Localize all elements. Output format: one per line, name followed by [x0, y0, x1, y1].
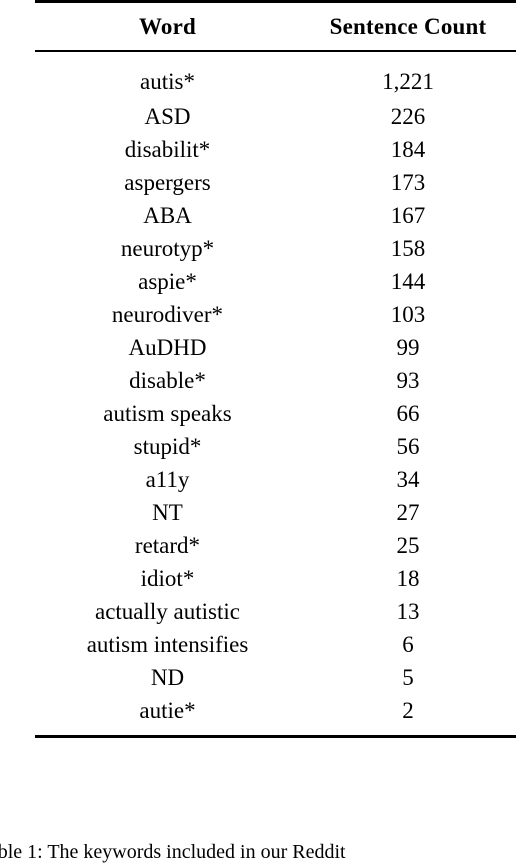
cell-sentence-count: 25 [396, 533, 420, 558]
cell-word: neurodiver* [111, 302, 224, 327]
cell-sentence-count: 6 [402, 632, 414, 657]
cell-word: neurotyp* [120, 236, 215, 261]
table-container: Word Sentence Count autis* 1,221 ASD 226 dis… [35, 0, 516, 738]
table-row: neurotyp* 158 [35, 232, 516, 265]
table-header-row: Word Sentence Count [35, 3, 516, 50]
cell-word: autism intensifies [86, 632, 249, 657]
table-row: a11y 34 [35, 463, 516, 496]
table-rule-bottom [35, 735, 516, 738]
cell-sentence-count: 1,221 [382, 68, 434, 94]
table-row: autis* 1,221 [35, 52, 516, 100]
cell-word: retard* [134, 533, 201, 558]
cell-word: disabilit* [124, 137, 211, 162]
cell-sentence-count: 158 [390, 236, 426, 261]
cell-word: actually autistic [95, 599, 240, 624]
cell-word: stupid* [133, 434, 202, 459]
cell-word: NT [152, 500, 183, 525]
cell-sentence-count: 103 [390, 302, 426, 327]
table-row: aspergers 173 [35, 166, 516, 199]
cell-sentence-count: 184 [390, 137, 426, 162]
cell-word: autis* [140, 68, 195, 94]
cell-sentence-count: 99 [396, 335, 420, 360]
table-row: actually autistic 13 [35, 595, 516, 628]
table-row: ABA 167 [35, 199, 516, 232]
cell-word: a11y [145, 467, 190, 492]
cell-word: disable* [129, 368, 206, 393]
table-footer [35, 735, 516, 738]
cell-sentence-count: 5 [402, 665, 414, 690]
cell-word: ND [150, 665, 185, 690]
cell-sentence-count: 27 [396, 500, 420, 525]
cell-sentence-count: 56 [396, 434, 420, 459]
cell-sentence-count: 34 [396, 467, 420, 492]
cell-sentence-count: 18 [396, 566, 420, 591]
keyword-sentence-count-table: Word Sentence Count autis* 1,221 ASD 226 dis… [35, 0, 516, 738]
cell-word: ASD [144, 104, 191, 129]
table-body: autis* 1,221 ASD 226 disabilit* 184 aspergers 1… [35, 52, 516, 735]
cell-word: aspergers [124, 170, 211, 195]
table-row: ASD 226 [35, 100, 516, 133]
cell-sentence-count: 173 [390, 170, 426, 195]
table-row: autie* 2 [35, 694, 516, 735]
table-caption: Table 1: The keywords included in our Re… [0, 841, 346, 863]
table-row: aspie* 144 [35, 265, 516, 298]
table-row: idiot* 18 [35, 562, 516, 595]
cell-word: autie* [139, 698, 196, 723]
table-row: disabilit* 184 [35, 133, 516, 166]
cell-word: AuDHD [128, 335, 207, 360]
cell-word: ABA [143, 203, 192, 228]
cell-sentence-count: 2 [402, 698, 414, 723]
table-row: AuDHD 99 [35, 331, 516, 364]
table-rule-bottom-row [35, 735, 516, 738]
document-page: Word Sentence Count autis* 1,221 ASD 226 dis… [0, 0, 518, 863]
cell-word: autism speaks [103, 401, 232, 426]
column-header-word: Word [138, 14, 197, 39]
table-rule-bottom-cell [35, 735, 516, 738]
table-row: disable* 93 [35, 364, 516, 397]
table-row: stupid* 56 [35, 430, 516, 463]
cell-sentence-count: 93 [396, 368, 420, 393]
cell-sentence-count: 226 [390, 104, 426, 129]
table-row: neurodiver* 103 [35, 298, 516, 331]
cell-sentence-count: 66 [396, 401, 420, 426]
table-row: autism intensifies 6 [35, 628, 516, 661]
table-row: retard* 25 [35, 529, 516, 562]
cell-word: aspie* [138, 269, 197, 294]
cell-word: idiot* [140, 566, 195, 591]
cell-sentence-count: 13 [396, 599, 420, 624]
table-row: NT 27 [35, 496, 516, 529]
table-row: ND 5 [35, 661, 516, 694]
table-header: Word Sentence Count [35, 0, 516, 52]
column-header-sentence-count: Sentence Count [329, 14, 487, 39]
table-row: autism speaks 66 [35, 397, 516, 430]
cell-sentence-count: 167 [390, 203, 426, 228]
cell-sentence-count: 144 [390, 269, 426, 294]
